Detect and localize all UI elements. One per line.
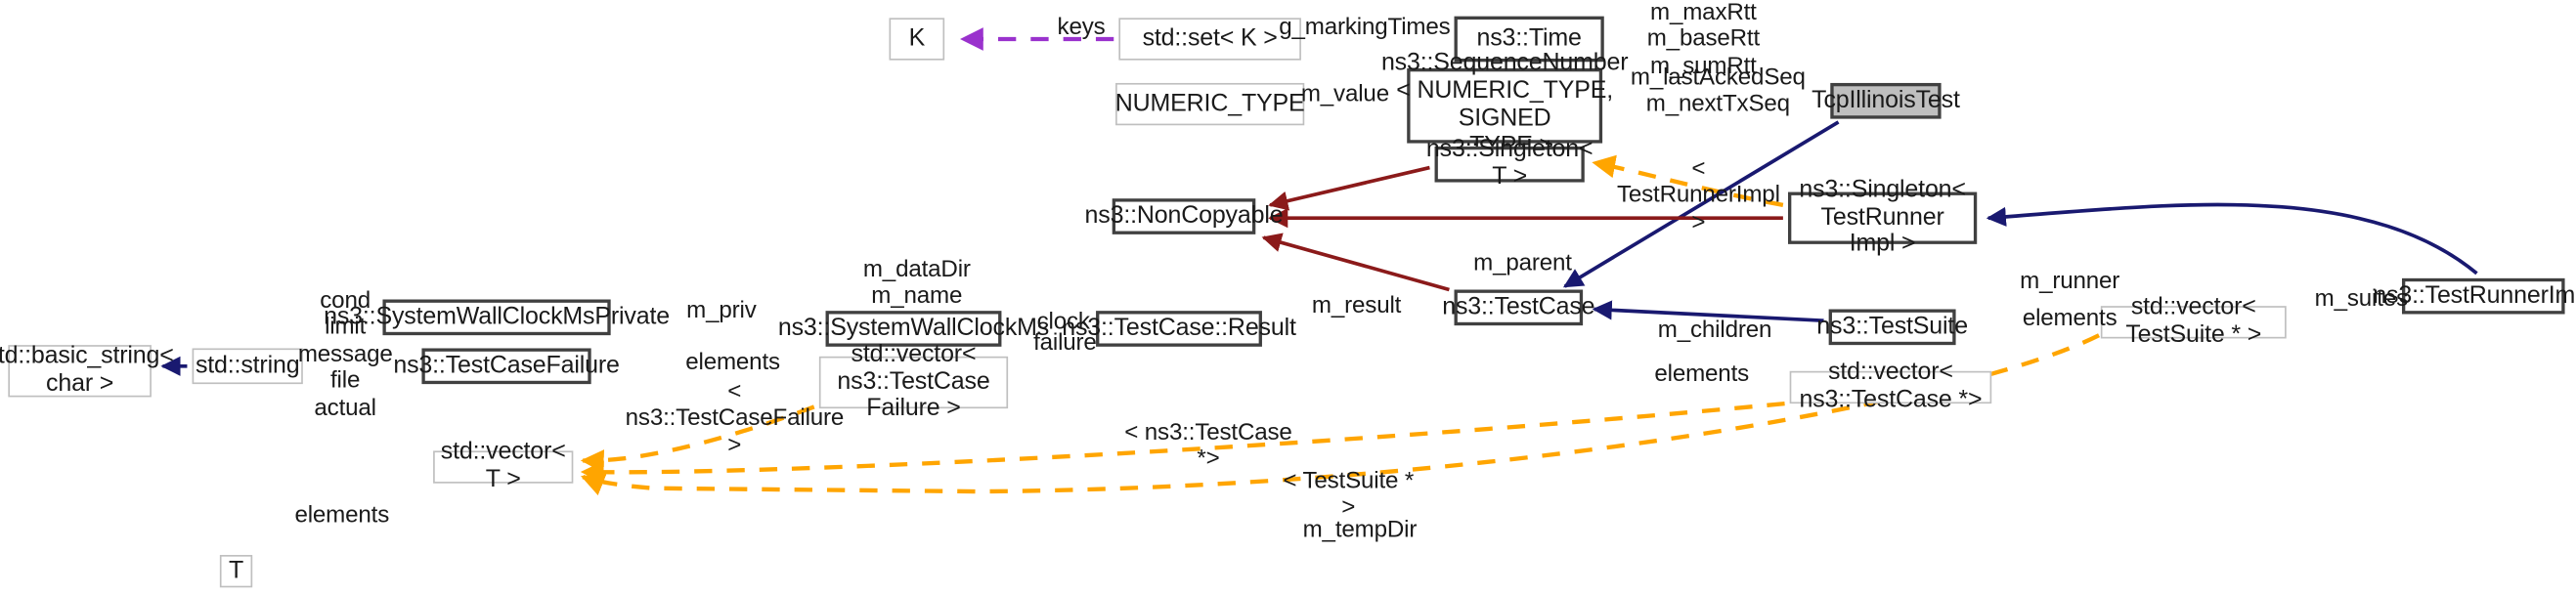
edge-label-testrunnerimpl_tp: < TestRunnerImpl > bbox=[1616, 155, 1780, 236]
edge-label-tcf_template: < ns3::TestCaseFailure > bbox=[625, 379, 845, 459]
edge-label-elements_t: elements bbox=[294, 502, 390, 530]
edge-label-elements_suite: elements bbox=[2022, 306, 2118, 332]
edge-label-m_parent: m_parent bbox=[1473, 250, 1572, 277]
edge-label-m_suites: m_suites bbox=[2314, 286, 2409, 313]
edge-label-m_tempDir: m_tempDir bbox=[1302, 517, 1418, 544]
edge-label-seq_group: m_lastAckedSeq m_nextTxSeq bbox=[1630, 64, 1806, 118]
edge-label-testcase_p_tp: < ns3::TestCase *> bbox=[1124, 419, 1292, 473]
edge-label-m_priv: m_priv bbox=[686, 297, 757, 324]
edge-label-elements_failure: elements bbox=[685, 350, 780, 376]
edge-label-g_markingTimes: g_markingTimes bbox=[1279, 14, 1451, 41]
edge-label-m_dataDir_m_name: m_dataDir m_name bbox=[862, 257, 971, 311]
edge-label-keys: keys bbox=[1057, 14, 1106, 41]
edge-label-failure: failure bbox=[1033, 330, 1097, 357]
collaboration-diagram: K : keys --> std::set : g_markingTimes -… bbox=[0, 0, 2576, 594]
edge-label-m_children: m_children bbox=[1657, 317, 1772, 344]
edge-label-layer: keys g_markingTimes m_maxRtt m_baseRtt m_s… bbox=[0, 0, 2573, 594]
edge-label-m_value: m_value bbox=[1300, 81, 1389, 107]
edge-label-m_result: m_result bbox=[1311, 292, 1402, 319]
edge-label-m_runner: m_runner bbox=[2020, 268, 2120, 295]
edge-label-elements_tc: elements bbox=[1654, 361, 1750, 388]
edge-label-string_fields: cond limit message file actual bbox=[297, 287, 393, 421]
edge-label-testsuite_p_tp: < TestSuite * > bbox=[1283, 468, 1415, 522]
